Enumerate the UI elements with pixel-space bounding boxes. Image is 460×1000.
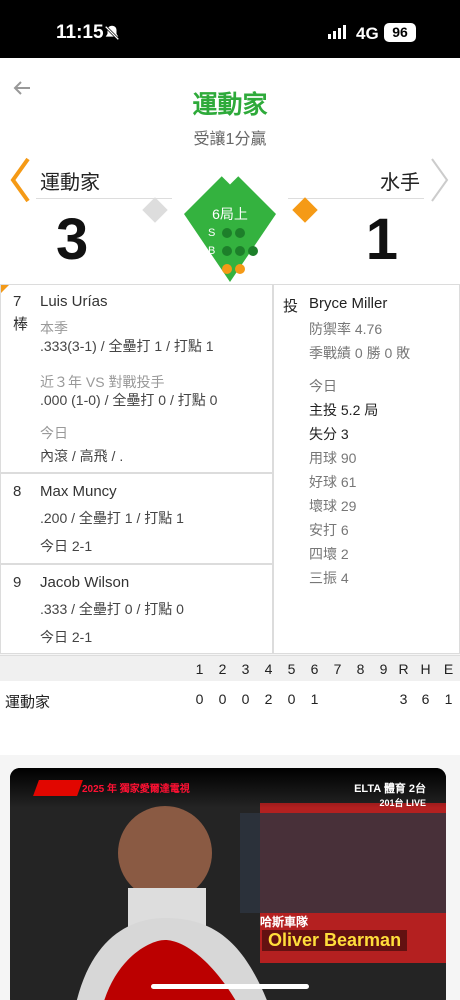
status-time: 11:15	[56, 22, 104, 43]
inning-header: 4	[264, 661, 273, 677]
season-label: 本季	[40, 320, 68, 336]
betting-result: 受讓1分贏	[193, 131, 267, 148]
strike-label: S	[208, 227, 216, 239]
score-cell: 2	[264, 691, 273, 707]
errors-header: E	[443, 661, 454, 677]
batter-order: 7	[13, 293, 22, 310]
video-caption-top: 哈斯車隊	[260, 915, 309, 929]
batter-order-unit: 棒	[13, 316, 29, 333]
batter-card[interactable]: 9 Jacob Wilson .333 / 全壘打 0 / 打點 0 今日 2-…	[0, 564, 273, 654]
inning-label: 6局上	[212, 206, 248, 222]
runs-total: 3	[399, 691, 408, 707]
live-video-player[interactable]: 2025 年 獨家愛爾達電視 ELTA 體育 2台 201台 LIVE 哈斯車隊 …	[10, 768, 446, 1000]
inning-header: 5	[287, 661, 296, 677]
errors-total: 1	[444, 691, 453, 707]
record: 季戰績 0 勝 0 敗	[309, 345, 411, 361]
elta-logo: ELTA 體育 2台 201台 LIVE	[354, 783, 426, 808]
chevron-right-icon[interactable]	[428, 156, 452, 204]
score-cell: 0	[195, 691, 204, 707]
status-bar: 11:15 4G 96	[0, 0, 460, 58]
lineup-panel: 7 棒 Luis Urías 本季 .333(3-1) / 全壘打 1 / 打點…	[0, 284, 460, 654]
season-average: .333(3-1) / 全壘打 1 / 打點 1	[40, 338, 214, 354]
inning-header: 3	[241, 661, 250, 677]
battery-badge: 96	[384, 23, 416, 42]
out-dot	[222, 264, 232, 274]
home-team-name: 水手	[380, 172, 420, 194]
batter-name: Max Muncy	[40, 483, 117, 500]
walks: 四壞 2	[309, 546, 349, 562]
era: 防禦率 4.76	[309, 321, 383, 337]
batter-order: 8	[13, 483, 22, 500]
inning-header: 1	[195, 661, 204, 677]
left-brand: 2025 年 獨家愛爾達電視	[82, 784, 190, 795]
batter-card[interactable]: 8 Max Muncy .200 / 全壘打 1 / 打點 1 今日 2-1	[0, 473, 273, 564]
count-panel: S B O	[208, 224, 261, 278]
batter-stats: .200 / 全壘打 1 / 打點 1	[40, 510, 184, 526]
game-header: 運動家 受讓1分贏 運動家 水手 3 1 6局上 S B O	[0, 58, 460, 284]
out-label: O	[208, 263, 217, 275]
hits: 安打 6	[309, 522, 349, 538]
home-indicator[interactable]	[151, 984, 309, 989]
pitcher-name: Bryce Miller	[309, 295, 388, 312]
current-batter-marker	[1, 285, 9, 293]
score-cell: 0	[218, 691, 227, 707]
innings: 主投 5.2 局	[309, 402, 379, 418]
away-team-name: 運動家	[40, 172, 100, 194]
page-title: 運動家	[192, 91, 268, 119]
runs: 失分 3	[309, 426, 349, 442]
ball-dot	[235, 246, 245, 256]
strikes: 好球 61	[309, 474, 357, 490]
batter-stats: .333 / 全壘打 0 / 打點 0	[40, 601, 184, 617]
runs-header: R	[398, 661, 409, 677]
batter-card-current[interactable]: 7 棒 Luis Urías 本季 .333(3-1) / 全壘打 1 / 打點…	[0, 284, 273, 473]
batter-today: 今日 2-1	[40, 629, 93, 645]
balls: 壞球 29	[309, 498, 357, 514]
game-page: 運動家 受讓1分贏 運動家 水手 3 1 6局上 S B O 7 棒 Luis …	[0, 58, 460, 1000]
pitcher-panel: 投 Bryce Miller 防禦率 4.76 季戰績 0 勝 0 敗 今日 主…	[273, 284, 460, 654]
signal-icon	[328, 25, 346, 39]
bell-slash-icon	[104, 25, 120, 41]
today-label: 今日	[309, 378, 337, 394]
f1-logo	[33, 780, 83, 796]
hits-header: H	[420, 661, 431, 677]
inning-header: 6	[310, 661, 319, 677]
inning-header: 8	[356, 661, 365, 677]
score-cell: 0	[241, 691, 250, 707]
today-results: 內滾 / 高飛 / .	[40, 448, 124, 464]
video-caption-name: Oliver Bearman	[262, 930, 408, 951]
pitch-count: 用球 90	[309, 450, 357, 466]
ball-dot	[248, 246, 258, 256]
matchup-stats: .000 (1-0) / 全壘打 0 / 打點 0	[40, 392, 218, 408]
network-label: 4G	[356, 24, 379, 43]
hits-total: 6	[421, 691, 430, 707]
pitcher-label: 投	[283, 298, 299, 315]
chevron-left-icon[interactable]	[8, 156, 32, 204]
score-cell: 1	[310, 691, 319, 707]
strike-dot	[235, 228, 245, 238]
batter-order: 9	[13, 574, 22, 591]
strike-dot	[222, 228, 232, 238]
ball-label: B	[208, 245, 216, 257]
today-label: 今日	[40, 425, 68, 441]
scoreboard-team: 運動家	[5, 694, 51, 711]
linescore-table: 1 2 3 4 5 6 7 8 9 R H E 運動家 0 0 0 2 0 1 …	[0, 655, 460, 755]
batter-name: Jacob Wilson	[40, 574, 130, 591]
matchup-label: 近３年 VS 對戰投手	[40, 374, 165, 390]
strikeouts: 三振 4	[309, 570, 349, 586]
score-cell: 0	[287, 691, 296, 707]
inning-header: 7	[333, 661, 342, 677]
ball-dot	[222, 246, 232, 256]
inning-header: 2	[218, 661, 227, 677]
batter-today: 今日 2-1	[40, 538, 93, 554]
out-dot	[235, 264, 245, 274]
batter-name: Luis Urías	[40, 293, 108, 310]
